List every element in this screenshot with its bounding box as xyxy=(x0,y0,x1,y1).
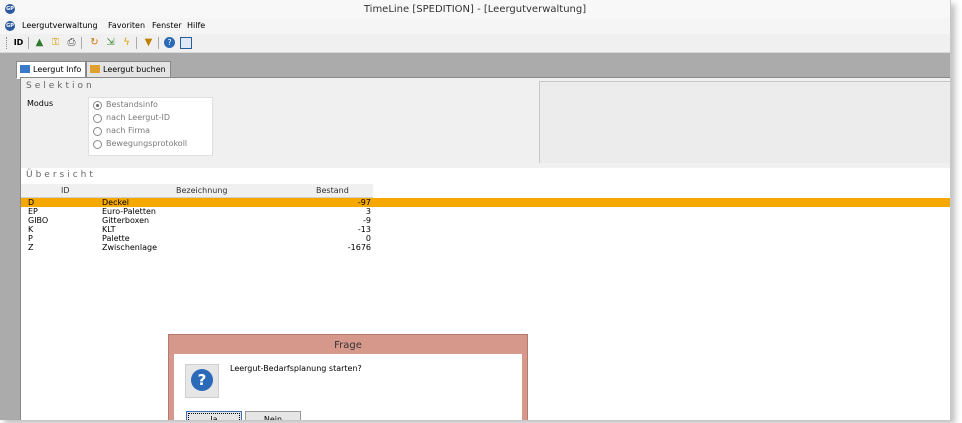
cell-id: D xyxy=(28,198,35,207)
radio-checked-icon xyxy=(93,101,102,110)
menu-fenster[interactable]: Fenster xyxy=(152,21,182,30)
radio-icon xyxy=(93,114,102,123)
cell-bezeichnung: Gitterboxen xyxy=(102,216,150,225)
cell-bestand: -97 xyxy=(357,198,371,207)
column-header-bezeichnung[interactable]: Bezeichnung xyxy=(176,186,228,195)
app-window: GP TimeLine [SPEDITION] - [Leergutverwal… xyxy=(0,0,951,420)
radio-icon xyxy=(93,140,102,149)
cell-bestand: -1676 xyxy=(347,243,371,252)
window-title: TimeLine [SPEDITION] - [Leergutverwaltun… xyxy=(363,4,587,15)
tab-label: Leergut buchen xyxy=(103,65,166,74)
cell-bestand: 3 xyxy=(365,207,371,216)
no-button[interactable]: Nein xyxy=(245,411,301,420)
menu-leergutverwaltung[interactable]: Leergutverwaltung xyxy=(22,21,98,30)
cell-id: K xyxy=(28,225,34,234)
tab-bar: Leergut Info Leergut buchen xyxy=(8,61,948,79)
cell-bestand: -9 xyxy=(363,216,371,225)
column-header-bestand[interactable]: Bestand xyxy=(316,186,349,195)
column-header-id[interactable]: ID xyxy=(61,186,70,195)
modus-radio-group: Bestandsinfo nach Leergut-ID nach Firma … xyxy=(88,97,213,156)
cell-bezeichnung: Deckel xyxy=(102,198,129,207)
radio-icon xyxy=(93,127,102,136)
radio-label: Bestandsinfo xyxy=(106,100,158,109)
help-icon[interactable]: ? xyxy=(164,37,175,48)
cell-bezeichnung: KLT xyxy=(102,225,116,234)
cell-bezeichnung: Zwischenlage xyxy=(102,243,157,252)
table-icon xyxy=(20,65,30,73)
table-row[interactable]: P Palette 0 xyxy=(21,234,950,243)
table-row[interactable]: D Deckel -97 xyxy=(21,198,950,207)
toolbar-separator xyxy=(136,37,137,49)
cell-id: P xyxy=(28,234,33,243)
title-bar: GP TimeLine [SPEDITION] - [Leergutverwal… xyxy=(0,0,950,19)
cell-bestand: 0 xyxy=(365,234,371,243)
table-row[interactable]: Z Zwischenlage -1676 xyxy=(21,243,950,252)
mdi-workspace: Leergut Info Leergut buchen Selektion Mo… xyxy=(0,53,950,420)
question-icon: ? xyxy=(185,364,219,398)
refresh-icon[interactable]: ↻ xyxy=(88,36,101,49)
table-row[interactable]: EP Euro-Paletten 3 xyxy=(21,207,950,216)
dialog-title: Frage xyxy=(334,340,362,351)
radio-label: Bewegungsprotokoll xyxy=(106,139,188,148)
grid-header: ID Bezeichnung Bestand xyxy=(21,184,373,198)
menu-bar: GP Leergutverwaltung Favoriten Fenster H… xyxy=(0,18,950,34)
table-row[interactable]: K KLT -13 xyxy=(21,225,950,234)
yes-button[interactable]: Ja xyxy=(186,411,242,420)
key-icon[interactable]: ⚿ xyxy=(49,36,62,49)
modus-label: Modus xyxy=(27,99,54,108)
cell-id: GIBO xyxy=(28,216,49,225)
dialog-message: Leergut-Bedarfsplanung starten? xyxy=(230,364,362,373)
dialog-body: ? Leergut-Bedarfsplanung starten? Ja Nei… xyxy=(174,354,522,420)
id-icon[interactable]: ID xyxy=(12,36,25,49)
export-icon[interactable]: ⇲ xyxy=(104,36,117,49)
booking-icon xyxy=(90,65,100,73)
toolbar-separator xyxy=(158,37,159,49)
cell-bezeichnung: Palette xyxy=(102,234,130,243)
radio-label: nach Leergut-ID xyxy=(106,113,170,122)
cell-bezeichnung: Euro-Paletten xyxy=(102,207,156,216)
radio-label: nach Firma xyxy=(106,126,151,135)
cell-id: EP xyxy=(28,207,38,216)
filter-icon[interactable]: ▼ xyxy=(142,36,155,49)
menu-hilfe[interactable]: Hilfe xyxy=(187,21,205,30)
printer-preview-icon[interactable]: ▲ xyxy=(33,36,46,49)
selektion-panel: Selektion Modus Bestandsinfo nach Leergu… xyxy=(21,81,539,165)
section-title-selektion: Selektion xyxy=(26,81,95,91)
flash-icon[interactable]: ϟ xyxy=(120,36,133,49)
toolbar: ID ▲ ⚿ ⎙ ↻ ⇲ ϟ ▼ ? xyxy=(0,34,950,53)
toolbar-separator xyxy=(28,37,29,49)
filter-detail-panel xyxy=(539,81,950,163)
window-icon[interactable] xyxy=(180,37,192,49)
app-menu-icon[interactable]: GP xyxy=(5,21,15,31)
question-dialog: Frage ? Leergut-Bedarfsplanung starten? … xyxy=(168,334,528,420)
menu-favoriten[interactable]: Favoriten xyxy=(108,21,145,30)
tab-label: Leergut Info xyxy=(33,65,82,74)
tab-leergut-buchen[interactable]: Leergut buchen xyxy=(86,61,171,78)
toolbar-separator xyxy=(81,37,82,49)
cell-bestand: -13 xyxy=(357,225,371,234)
print-icon[interactable]: ⎙ xyxy=(65,36,78,49)
cell-id: Z xyxy=(28,243,34,252)
table-row[interactable]: GIBO Gitterboxen -9 xyxy=(21,216,950,225)
section-title-uebersicht: Übersicht xyxy=(26,170,96,180)
toolbar-grip[interactable] xyxy=(6,37,9,49)
